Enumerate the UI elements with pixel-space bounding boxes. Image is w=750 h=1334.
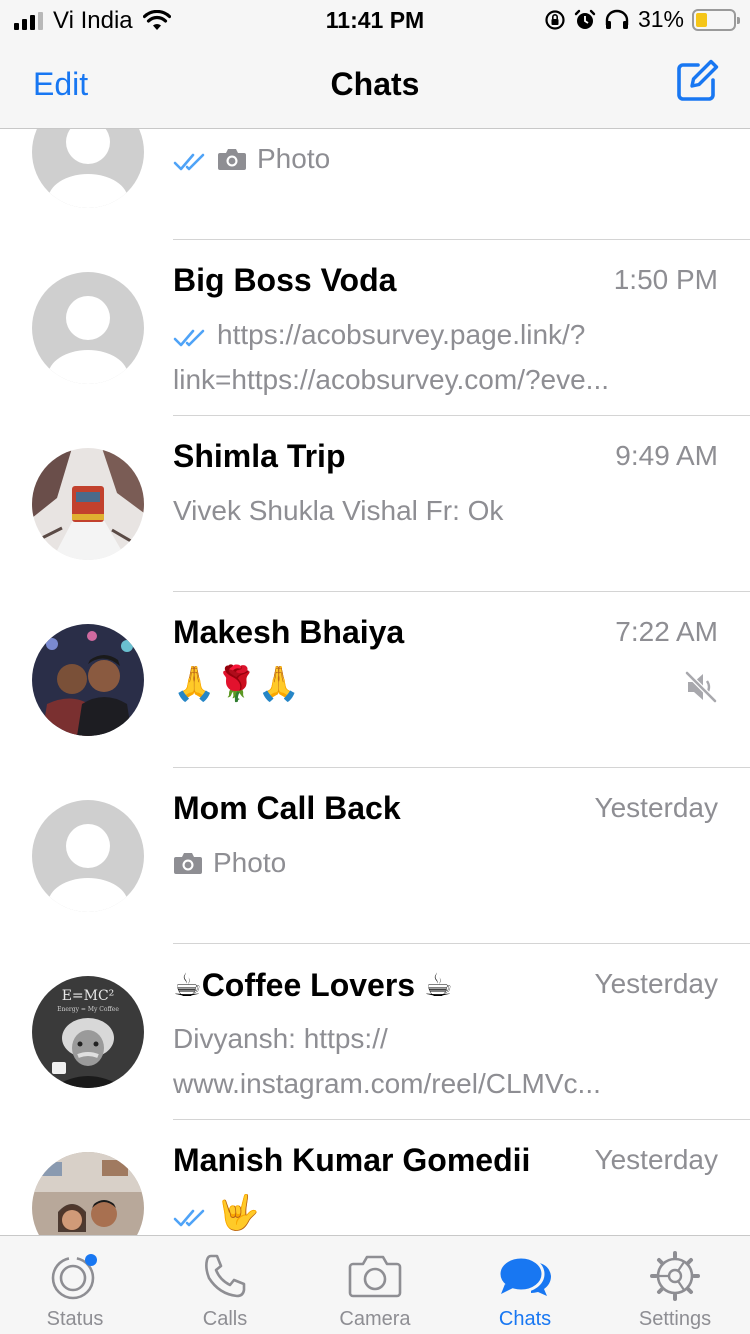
chat-time: 9:49 AM	[615, 440, 718, 471]
wifi-icon	[142, 10, 171, 30]
battery-percent: 31%	[637, 6, 684, 32]
gear-icon	[650, 1251, 700, 1301]
compose-icon[interactable]	[674, 58, 720, 104]
chat-preview: https://acobsurvey.page.link/? link=http…	[173, 312, 683, 402]
status-bar: Vi India 11:41 PM 31%	[0, 0, 750, 40]
status-bar-right: 31%	[544, 6, 740, 33]
tab-label: Chats	[498, 1308, 552, 1330]
chat-preview: 🙏🌹🙏	[173, 664, 683, 704]
preview-text: Photo	[213, 847, 287, 878]
chat-list[interactable]: Photo Big Boss Voda 1:50 PM https://acob…	[0, 129, 750, 1235]
chat-time: Yesterday	[594, 968, 719, 999]
chat-row[interactable]: Photo	[0, 129, 750, 240]
read-ticks-icon	[173, 1209, 205, 1227]
chat-preview: Divyansh: https:// www.instagram.com/ree…	[173, 1016, 683, 1106]
chat-preview: Photo	[173, 840, 683, 885]
chat-row[interactable]: Makesh Bhaiya 7:22 AM 🙏🌹🙏	[0, 592, 750, 768]
avatar-subtext: Energy = My Coffee	[57, 1006, 119, 1013]
page-title: Chats	[330, 66, 420, 102]
chat-name: Big Boss Voda	[173, 262, 397, 298]
tab-bar: Status Calls Camera Chats Settings	[0, 1235, 750, 1334]
chat-row[interactable]: Shimla Trip 9:49 AM Vivek Shukla Vishal …	[0, 416, 750, 592]
chat-time: Yesterday	[594, 792, 719, 823]
chat-row[interactable]: Manish Kumar Gomedii Yesterday 🤟	[0, 1120, 750, 1235]
preview-text: Vivek Shukla Vishal Fr: Ok	[173, 495, 504, 526]
signal-icon	[14, 12, 43, 30]
edit-button[interactable]: Edit	[33, 66, 88, 103]
preview-text: https://acobsurvey.page.link/?	[217, 319, 586, 350]
tab-status[interactable]: Status	[0, 1236, 150, 1334]
chats-icon	[497, 1255, 551, 1296]
chat-name: Manish Kumar Gomedii	[173, 1142, 531, 1178]
battery-level	[696, 12, 708, 27]
contact-photo-avatar	[32, 624, 144, 736]
preview-text: 🙏🌹🙏	[173, 665, 301, 703]
preview-text: 🤟	[217, 1194, 260, 1232]
tab-label: Calls	[202, 1308, 248, 1330]
chat-preview: Vivek Shukla Vishal Fr: Ok	[173, 488, 683, 533]
status-icon	[51, 1254, 97, 1300]
orientation-lock-icon	[545, 9, 565, 30]
chat-row[interactable]: Mom Call Back Yesterday Photo	[0, 768, 750, 944]
read-ticks-icon	[173, 329, 205, 347]
tab-chats[interactable]: Chats	[450, 1236, 600, 1334]
preview-text: Divyansh: https://	[173, 1023, 388, 1054]
group-photo-avatar: E=MC² Energy = My Coffee	[32, 976, 144, 1088]
chat-row[interactable]: E=MC² Energy = My Coffee ☕Coffee Lovers …	[0, 944, 750, 1120]
battery-icon	[692, 8, 740, 31]
tab-camera[interactable]: Camera	[300, 1236, 450, 1334]
carrier-name: Vi India	[53, 7, 133, 34]
chat-row[interactable]: Big Boss Voda 1:50 PM https://acobsurvey…	[0, 240, 750, 416]
muted-speaker-icon	[685, 671, 717, 703]
default-avatar	[32, 272, 144, 384]
preview-text: Photo	[257, 143, 331, 174]
contact-photo-avatar	[32, 1152, 144, 1235]
preview-text-line2: www.instagram.com/reel/CLMVc...	[173, 1068, 601, 1099]
camera-icon	[218, 149, 246, 170]
chat-time: Yesterday	[594, 1144, 719, 1175]
chat-time: 7:22 AM	[615, 616, 718, 647]
default-avatar	[32, 800, 144, 912]
camera-icon	[174, 853, 202, 874]
status-bar-left: Vi India	[14, 7, 171, 35]
chat-name: Mom Call Back	[173, 790, 401, 826]
tab-label: Status	[46, 1308, 104, 1330]
preview-text-line2: link=https://acobsurvey.com/?eve...	[173, 364, 610, 395]
navigation-bar: Edit Chats	[0, 40, 750, 129]
tab-settings[interactable]: Settings	[600, 1236, 750, 1334]
chat-preview: Photo	[173, 136, 683, 181]
tab-label: Settings	[638, 1308, 712, 1330]
chat-name: Shimla Trip	[173, 438, 346, 474]
tab-label: Camera	[339, 1308, 411, 1330]
chat-name: ☕Coffee Lovers ☕	[173, 967, 453, 1003]
avatar-formula-text: E=MC²	[62, 988, 115, 1004]
read-ticks-icon	[173, 153, 205, 171]
chat-preview: 🤟	[173, 1192, 683, 1235]
chat-name: Makesh Bhaiya	[173, 614, 405, 650]
default-avatar	[32, 129, 144, 208]
phone-icon	[205, 1254, 246, 1298]
headphones-icon	[605, 9, 629, 29]
camera-icon	[348, 1255, 402, 1298]
chat-time: 1:50 PM	[613, 264, 718, 295]
group-photo-avatar	[32, 448, 144, 560]
tab-calls[interactable]: Calls	[150, 1236, 300, 1334]
alarm-icon	[574, 9, 596, 29]
